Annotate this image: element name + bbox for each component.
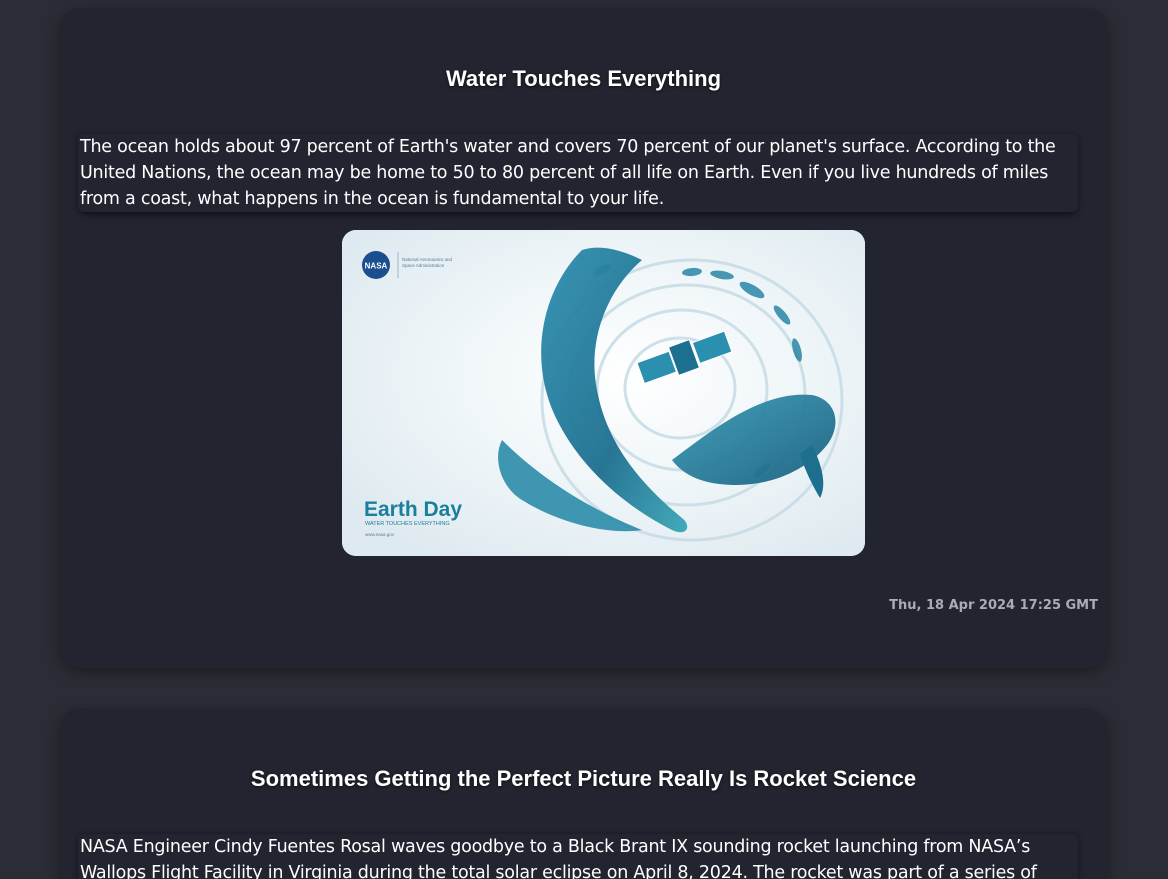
post-description: The ocean holds about 97 percent of Eart… xyxy=(78,134,1078,212)
post-card: Water Touches Everything The ocean holds… xyxy=(60,8,1107,668)
post-title: Water Touches Everything xyxy=(445,66,722,91)
post-title: Sometimes Getting the Perfect Picture Re… xyxy=(250,766,917,791)
poster-url: www.nasa.gov xyxy=(365,532,395,537)
poster-subheadline: WATER TOUCHES EVERYTHING xyxy=(365,521,450,527)
poster-headline: Earth Day xyxy=(364,498,462,521)
post-description: NASA Engineer Cindy Fuentes Rosal waves … xyxy=(78,834,1078,879)
nasa-tagline-line1: National Aeronautics and xyxy=(402,257,453,262)
news-feed: Water Touches Everything The ocean holds… xyxy=(0,0,1168,879)
nasa-tagline-line2: Space Administration xyxy=(402,263,445,268)
post-image: NASA National Aeronautics and Space Admi… xyxy=(342,230,865,556)
post-card: Sometimes Getting the Perfect Picture Re… xyxy=(60,708,1107,879)
post-date: Thu, 18 Apr 2024 17:25 GMT xyxy=(889,598,1098,613)
nasa-logo-text: NASA xyxy=(365,262,388,271)
